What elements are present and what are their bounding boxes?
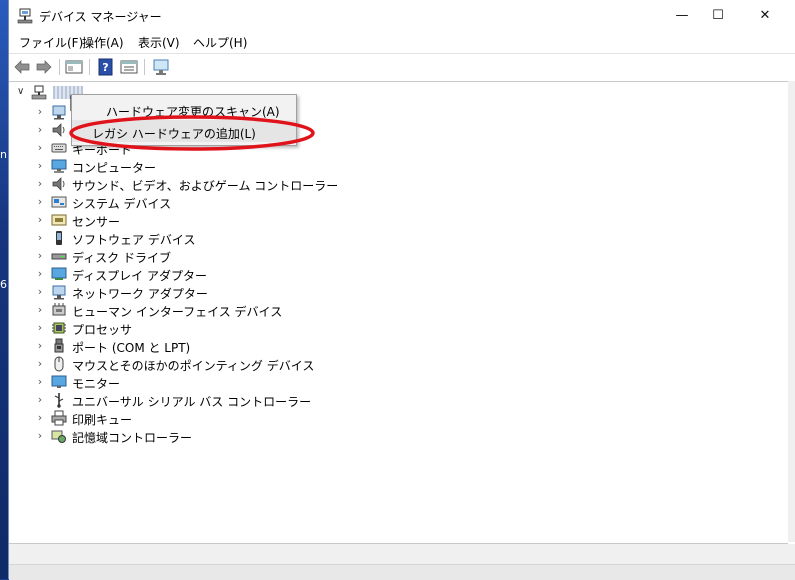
title-bar[interactable]: デバイス マネージャー — ☐ ✕ (9, 0, 795, 30)
chevron-right-icon[interactable]: › (35, 375, 45, 388)
toolbar-separator (89, 59, 90, 75)
chevron-right-icon[interactable]: › (35, 357, 45, 370)
back-arrow-icon[interactable] (13, 58, 31, 76)
context-menu-item-add-legacy-hardware[interactable]: レガシ ハードウェアの追加(L) (72, 120, 296, 142)
chevron-right-icon[interactable]: › (35, 339, 45, 352)
window-title: デバイス マネージャー (39, 10, 162, 24)
display-adapter-icon (51, 267, 67, 280)
speaker-icon (52, 123, 65, 137)
chevron-right-icon[interactable]: › (35, 303, 45, 316)
svg-text:?: ? (102, 61, 108, 74)
tree-item-label: 記憶域コントローラー (72, 431, 193, 445)
maximize-button[interactable]: ☐ (695, 0, 741, 30)
toolbar: ? (9, 53, 795, 80)
software-device-icon (56, 231, 62, 245)
context-menu: ハードウェア変更のスキャン(A) レガシ ハードウェアの追加(L) (71, 94, 297, 146)
menu-view[interactable]: 表示(V) (138, 34, 180, 51)
chevron-down-icon[interactable]: ∨ (17, 86, 29, 97)
help-icon[interactable]: ? (97, 58, 115, 76)
device-tree: ∨ › › › キーボード › コンピューター › サウンド、ビデオ、およびゲーム コントロー… (9, 81, 788, 544)
chevron-right-icon[interactable]: › (35, 213, 45, 226)
computer-icon (51, 159, 67, 173)
chevron-right-icon[interactable]: › (35, 159, 45, 172)
chevron-right-icon[interactable]: › (35, 267, 45, 280)
tree-item-label: ディスク ドライブ (72, 251, 171, 265)
chevron-right-icon[interactable]: › (35, 393, 45, 406)
tree-item-label: システム デバイス (72, 197, 172, 211)
monitor-icon (51, 375, 67, 388)
disk-drive-icon (51, 253, 67, 260)
menu-help[interactable]: ヘルプ(H) (193, 34, 247, 51)
storage-controller-icon (51, 430, 66, 443)
keyboard-icon (51, 143, 67, 153)
tree-item-label: サウンド、ビデオ、およびゲーム コントローラー (72, 179, 339, 193)
tree-item-label: ユニバーサル シリアル バス コントローラー (72, 395, 312, 409)
menu-bar: ファイル(F) 操作(A) 表示(V) ヘルプ(H) (9, 31, 795, 51)
tree-item-label: ディスプレイ アダプター (72, 269, 207, 283)
chevron-right-icon[interactable]: › (35, 321, 45, 334)
tree-item-label: プロセッサ (72, 323, 133, 337)
menu-action[interactable]: 操作(A) (82, 34, 124, 51)
sensor-icon (51, 214, 67, 226)
tree-item-label: マウスとそのほかのポインティング デバイス (72, 359, 315, 373)
chevron-right-icon[interactable]: › (35, 285, 45, 298)
tree-item-label: ヒューマン インターフェイス デバイス (72, 305, 283, 319)
device-manager-app-icon (17, 8, 33, 24)
tree-item-label: モニター (72, 377, 121, 391)
chevron-right-icon[interactable]: › (35, 141, 45, 154)
tree-item-label: ネットワーク アダプター (72, 287, 208, 301)
toolbar-separator (144, 59, 145, 75)
chevron-right-icon[interactable]: › (35, 195, 45, 208)
vertical-scrollbar[interactable] (788, 81, 795, 542)
port-icon (54, 338, 64, 353)
network-adapter-icon (52, 105, 66, 120)
status-bar (9, 544, 795, 564)
computer-root-icon (31, 85, 47, 100)
show-hide-console-tree-icon[interactable] (65, 58, 83, 76)
desktop-glyph: 6 (0, 278, 7, 291)
context-menu-item-scan-hardware[interactable]: ハードウェア変更のスキャン(A) (72, 98, 296, 120)
mouse-icon (54, 356, 64, 372)
system-device-icon (51, 196, 67, 208)
tree-item-label: ポート (COM と LPT) (72, 341, 191, 355)
chevron-right-icon[interactable]: › (35, 231, 45, 244)
chevron-right-icon[interactable]: › (35, 123, 45, 136)
tree-item-label: センサー (72, 215, 121, 229)
tree-item-label: ソフトウェア デバイス (72, 233, 196, 247)
chevron-right-icon[interactable]: › (35, 411, 45, 424)
status-bar-lower (9, 564, 795, 580)
processor-icon (52, 322, 66, 334)
tree-item-label: 印刷キュー (72, 413, 133, 427)
printer-icon (51, 410, 67, 426)
network-adapter-icon (52, 285, 66, 300)
context-menu-label: ハードウェア変更のスキャン(A) (106, 105, 280, 119)
tree-item-label: コンピューター (72, 161, 157, 175)
chevron-right-icon[interactable]: › (35, 105, 45, 118)
close-button[interactable]: ✕ (742, 0, 788, 30)
properties-icon[interactable] (120, 58, 138, 76)
context-menu-label: レガシ ハードウェアの追加(L) (92, 127, 256, 141)
scan-hardware-changes-icon[interactable] (152, 58, 170, 76)
chevron-right-icon[interactable]: › (35, 429, 45, 442)
toolbar-separator (59, 59, 60, 75)
hid-icon (52, 303, 66, 316)
chevron-right-icon[interactable]: › (35, 249, 45, 262)
chevron-right-icon[interactable]: › (35, 177, 45, 190)
speaker-icon (52, 177, 65, 191)
forward-arrow-icon[interactable] (35, 58, 53, 76)
device-manager-window: デバイス マネージャー — ☐ ✕ ファイル(F) 操作(A) 表示(V) ヘル… (8, 0, 795, 580)
usb-icon (54, 393, 64, 408)
menu-file[interactable]: ファイル(F) (19, 34, 83, 51)
